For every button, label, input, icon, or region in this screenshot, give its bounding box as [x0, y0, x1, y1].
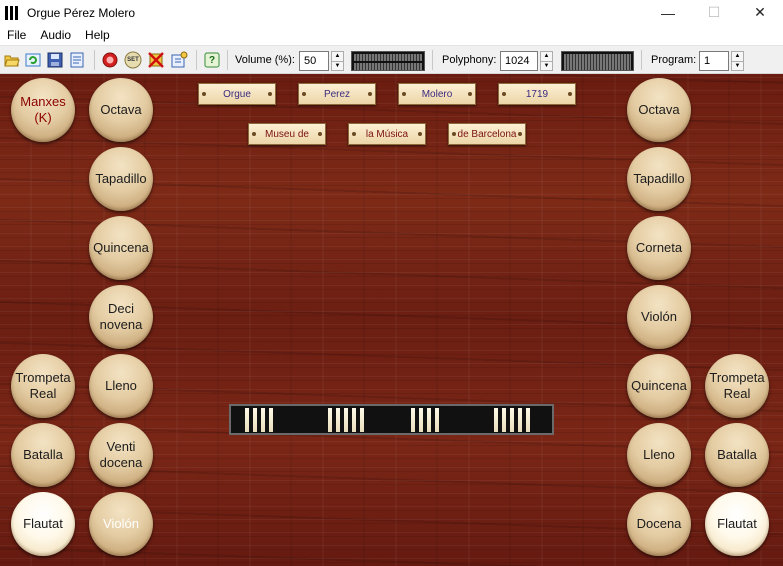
organ-key[interactable] — [344, 408, 348, 432]
menu-help[interactable]: Help — [78, 28, 117, 42]
save-icon[interactable] — [46, 51, 64, 69]
polyphony-meter — [561, 51, 634, 71]
organ-key[interactable] — [411, 408, 415, 432]
stop-trompeta-real-right[interactable]: Trompeta Real — [705, 354, 769, 418]
polyphony-spinner[interactable]: ▲ ▼ — [540, 51, 553, 71]
stop-tapadillo-right[interactable]: Tapadillo — [627, 147, 691, 211]
program-spinner[interactable]: ▲ ▼ — [731, 51, 744, 71]
stop-violon-left[interactable]: Violón — [89, 492, 153, 556]
stop-tapadillo-left[interactable]: Tapadillo — [89, 147, 153, 211]
organ-key[interactable] — [245, 408, 249, 432]
stop-decinovena[interactable]: Deci novena — [89, 285, 153, 349]
polyphony-input[interactable] — [500, 51, 538, 71]
minimize-button[interactable]: — — [645, 0, 691, 25]
properties-icon[interactable] — [68, 51, 86, 69]
stop-manxes[interactable]: Manxes (K) — [11, 78, 75, 142]
museum-plate: la Música — [348, 123, 426, 145]
refresh-icon[interactable] — [24, 51, 42, 69]
organ-key[interactable] — [419, 408, 423, 432]
organ-console: Orgue Perez Molero 1719 Museu de la Músi… — [0, 74, 783, 566]
settings-icon[interactable] — [170, 51, 188, 69]
menu-audio[interactable]: Audio — [33, 28, 78, 42]
organ-key[interactable] — [261, 408, 265, 432]
stop-flautat-right[interactable]: Flautat — [705, 492, 769, 556]
volume-spinner[interactable]: ▲ ▼ — [331, 51, 344, 71]
program-input[interactable] — [699, 51, 729, 71]
name-plate: 1719 — [498, 83, 576, 105]
close-button[interactable]: ✕ — [737, 0, 783, 25]
stop-lleno-right[interactable]: Lleno — [627, 423, 691, 487]
stop-octava-left[interactable]: Octava — [89, 78, 153, 142]
stop-batalla-right[interactable]: Batalla — [705, 423, 769, 487]
organ-key[interactable] — [269, 408, 273, 432]
help-icon[interactable]: ? — [203, 51, 221, 69]
menu-file[interactable]: File — [0, 28, 33, 42]
organ-key[interactable] — [526, 408, 530, 432]
open-icon[interactable] — [3, 51, 21, 69]
window-title: Orgue Pérez Molero — [27, 5, 136, 20]
stop-quincena-left[interactable]: Quincena — [89, 216, 153, 280]
organ-key[interactable] — [336, 408, 340, 432]
panic-icon[interactable] — [147, 51, 165, 69]
organ-key[interactable] — [518, 408, 522, 432]
toolbar: SET ? Volume (%): ▲▼ Polyphony: ▲▼ — [0, 45, 783, 74]
maximize-button[interactable]: ☐ — [691, 0, 737, 25]
museum-plate: Museu de — [248, 123, 326, 145]
organ-key[interactable] — [352, 408, 356, 432]
stop-batalla-left[interactable]: Batalla — [11, 423, 75, 487]
keyboard[interactable] — [229, 404, 554, 435]
organ-key[interactable] — [435, 408, 439, 432]
stop-flautat-left[interactable]: Flautat — [11, 492, 75, 556]
name-plate: Orgue — [198, 83, 276, 105]
organ-key[interactable] — [253, 408, 257, 432]
program-label: Program: — [651, 54, 697, 66]
organ-key[interactable] — [427, 408, 431, 432]
organ-key[interactable] — [502, 408, 506, 432]
volume-input[interactable] — [299, 51, 329, 71]
stop-ventidocena[interactable]: Venti docena — [89, 423, 153, 487]
stop-corneta[interactable]: Corneta — [627, 216, 691, 280]
volume-label: Volume (%): — [235, 54, 295, 66]
organ-key[interactable] — [328, 408, 332, 432]
name-plate: Molero — [398, 83, 476, 105]
stop-octava-right[interactable]: Octava — [627, 78, 691, 142]
title-bar: Orgue Pérez Molero — ☐ ✕ — [0, 0, 783, 25]
organ-key[interactable] — [510, 408, 514, 432]
stop-violon-right[interactable]: Violón — [627, 285, 691, 349]
stop-trompeta-real-left[interactable]: Trompeta Real — [11, 354, 75, 418]
menu-bar: File Audio Help — [0, 25, 783, 45]
record-icon[interactable] — [101, 51, 119, 69]
name-plate: Perez — [298, 83, 376, 105]
organ-key[interactable] — [494, 408, 498, 432]
stop-lleno-left[interactable]: Lleno — [89, 354, 153, 418]
volume-level-meter — [351, 51, 425, 71]
stop-docena[interactable]: Docena — [627, 492, 691, 556]
polyphony-label: Polyphony: — [442, 54, 497, 66]
museum-plate: de Barcelona — [448, 123, 526, 145]
stop-quincena-right[interactable]: Quincena — [627, 354, 691, 418]
organ-key[interactable] — [360, 408, 364, 432]
app-window: Orgue Pérez Molero — ☐ ✕ File Audio Help — [0, 0, 783, 566]
organ-app-icon — [4, 5, 20, 21]
set-icon[interactable]: SET — [124, 51, 142, 69]
